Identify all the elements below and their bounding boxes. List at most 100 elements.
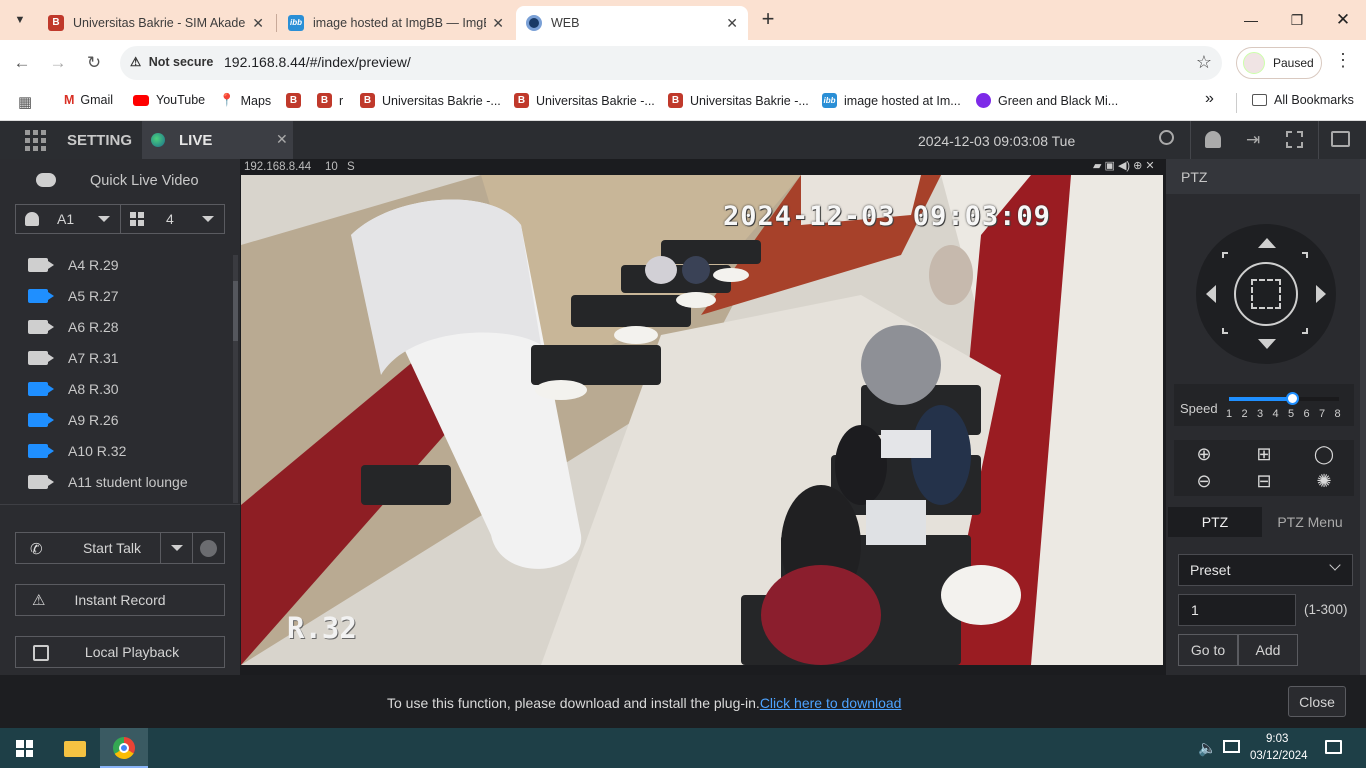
more-bookmarks-button[interactable]: »	[1205, 90, 1214, 108]
focus-far-icon[interactable]: ⊟	[1234, 468, 1294, 494]
ptz-upleft-icon[interactable]	[1222, 252, 1228, 258]
profile-button[interactable]: Paused	[1236, 47, 1322, 79]
ptz-left-icon[interactable]	[1206, 285, 1216, 303]
apps-grid-icon[interactable]: ▦	[18, 93, 32, 111]
bookmark-ub-4[interactable]: B Universitas Bakrie -...	[514, 93, 655, 108]
zoom-out-icon[interactable]: ⊖	[1174, 468, 1234, 494]
speed-slider-thumb[interactable]	[1285, 392, 1299, 405]
fullscreen-icon[interactable]	[1331, 131, 1350, 147]
close-tab-icon[interactable]: ✕	[276, 131, 288, 148]
add-preset-button[interactable]: Add	[1238, 634, 1298, 666]
focus-near-icon[interactable]: ⊞	[1234, 441, 1294, 467]
notifications-icon[interactable]	[1325, 740, 1342, 754]
bookmark-ub-3[interactable]: B Universitas Bakrie -...	[360, 93, 501, 108]
close-tab-icon[interactable]: ✕	[492, 15, 504, 32]
local-playback-button[interactable]: Local Playback	[15, 636, 225, 668]
speed-tick-label: 2	[1241, 408, 1248, 420]
clock-time[interactable]: 9:03	[1266, 733, 1288, 745]
bookmark-ub-1[interactable]: B	[286, 93, 308, 108]
tab-search-button[interactable]: ▼	[10, 10, 30, 30]
chrome-taskbar-button[interactable]	[100, 728, 148, 768]
bookmark-gmail[interactable]: M Gmail	[64, 93, 113, 107]
security-indicator[interactable]: ⚠ Not secure	[130, 54, 213, 69]
tab-ptz-menu[interactable]: PTZ Menu	[1262, 507, 1358, 537]
camera-item[interactable]: A6 R.28	[28, 319, 119, 335]
instant-record-button[interactable]: ⚠ Instant Record	[15, 584, 225, 616]
tab-sim-akademik[interactable]: B Universitas Bakrie - SIM Akaden ✕	[38, 6, 274, 40]
reload-icon[interactable]: ↻	[81, 50, 107, 76]
url-text[interactable]: 192.168.8.44/#/index/preview/	[224, 54, 411, 70]
bookmark-canva[interactable]: Green and Black Mi...	[976, 93, 1118, 108]
ptz-downright-icon[interactable]	[1302, 328, 1308, 334]
talk-status-button[interactable]	[192, 532, 225, 564]
ptz-down-icon[interactable]	[1258, 339, 1276, 349]
tab-web[interactable]: WEB ✕	[516, 6, 748, 40]
windows-start-icon[interactable]	[16, 740, 33, 757]
camera-item[interactable]: A11 student lounge	[28, 474, 188, 490]
close-notice-button[interactable]: Close	[1288, 686, 1346, 717]
qr-code-icon[interactable]	[1286, 131, 1303, 148]
camera-item[interactable]: A4 R.29	[28, 257, 119, 273]
new-tab-button[interactable]: +	[758, 6, 778, 32]
network-icon[interactable]	[1223, 740, 1240, 753]
split-select[interactable]: 4	[120, 204, 225, 234]
volume-icon[interactable]: 🔈	[1198, 739, 1217, 757]
search-icon[interactable]	[1159, 130, 1174, 145]
live-video-feed[interactable]: 2024-12-03 09:03:09 R.32	[241, 175, 1163, 665]
video-tools-icons[interactable]: ▰ ▣ ◀) ⊕ ✕	[1093, 159, 1155, 172]
talk-options-dropdown[interactable]	[160, 532, 193, 564]
bookmark-star-icon[interactable]: ☆	[1196, 52, 1212, 73]
ptz-right-icon[interactable]	[1316, 285, 1326, 303]
panel-divider	[0, 504, 240, 505]
camera-item[interactable]: A5 R.27	[28, 288, 119, 304]
goto-preset-button[interactable]: Go to	[1178, 634, 1238, 666]
camera-list-scrollbar[interactable]	[233, 255, 238, 503]
close-tab-icon[interactable]: ✕	[726, 15, 738, 32]
download-plugin-link[interactable]: Click here to download	[760, 695, 902, 711]
bookmark-ub-5[interactable]: B Universitas Bakrie -...	[668, 93, 809, 108]
preset-select[interactable]: Preset	[1178, 554, 1353, 586]
channel-select[interactable]: A1	[15, 204, 121, 234]
forward-icon[interactable]: →	[45, 50, 71, 76]
ptz-up-icon[interactable]	[1258, 238, 1276, 248]
close-tab-icon[interactable]: ✕	[252, 15, 264, 32]
ptz-downleft-icon[interactable]	[1222, 328, 1228, 334]
camera-item[interactable]: A10 R.32	[28, 443, 126, 459]
ptz-upright-icon[interactable]	[1302, 252, 1308, 258]
minimize-icon[interactable]: —	[1228, 0, 1274, 40]
tab-ptz[interactable]: PTZ	[1168, 507, 1262, 537]
file-explorer-icon[interactable]	[64, 741, 86, 757]
tab-imgbb[interactable]: ibb image hosted at ImgBB — ImgB ✕	[278, 6, 514, 40]
tab-setting[interactable]: SETTING	[67, 132, 132, 149]
tab-live[interactable]: LIVE ✕	[142, 121, 293, 159]
camera-item[interactable]: A7 R.31	[28, 350, 119, 366]
youtube-icon	[133, 94, 149, 106]
bookmark-youtube[interactable]: YouTube	[133, 93, 205, 107]
start-talk-button[interactable]: ✆ Start Talk	[15, 532, 161, 564]
camera-item[interactable]: A8 R.30	[28, 381, 119, 397]
bookmark-ub-2[interactable]: B r	[317, 93, 343, 108]
bookmark-imgbb[interactable]: ibb image hosted at Im...	[822, 93, 961, 108]
chrome-menu-icon[interactable]: ⋮	[1334, 50, 1352, 71]
ptz-panel-scrollbar[interactable]	[1360, 159, 1366, 675]
close-window-icon[interactable]: ✕	[1320, 0, 1366, 40]
user-icon[interactable]	[1205, 131, 1221, 148]
all-bookmarks-button[interactable]: All Bookmarks	[1252, 93, 1354, 107]
preset-number-input[interactable]: 1	[1178, 594, 1296, 626]
camera-list: A4 R.29 A5 R.27 A6 R.28 A7 R.31 A8 R.30 …	[0, 255, 240, 501]
scrollbar-thumb[interactable]	[233, 281, 238, 341]
iris-close-icon[interactable]: ✺	[1294, 468, 1354, 494]
bookmark-maps[interactable]: 📍 Maps	[219, 93, 271, 108]
logout-icon[interactable]: ⇥	[1246, 130, 1260, 150]
restore-icon[interactable]: ❐	[1274, 0, 1320, 40]
ptz-direction-wheel[interactable]	[1196, 224, 1336, 364]
camera-item[interactable]: A9 R.26	[28, 412, 119, 428]
back-icon[interactable]: ←	[9, 50, 35, 76]
speed-slider-track[interactable]	[1229, 392, 1339, 405]
zoom-in-icon[interactable]: ⊕	[1174, 441, 1234, 467]
ptz-panel: PTZ Speed 12345678 ⊕ ⊞ ◯ ⊖ ⊟ ✺ PTZ PTZ M…	[1166, 159, 1360, 675]
clock-date[interactable]: 03/12/2024	[1250, 750, 1308, 762]
address-bar[interactable]: ⚠ Not secure 192.168.8.44/#/index/previe…	[120, 46, 1222, 80]
iris-open-icon[interactable]: ◯	[1294, 441, 1354, 467]
menu-grid-icon[interactable]	[25, 130, 46, 151]
